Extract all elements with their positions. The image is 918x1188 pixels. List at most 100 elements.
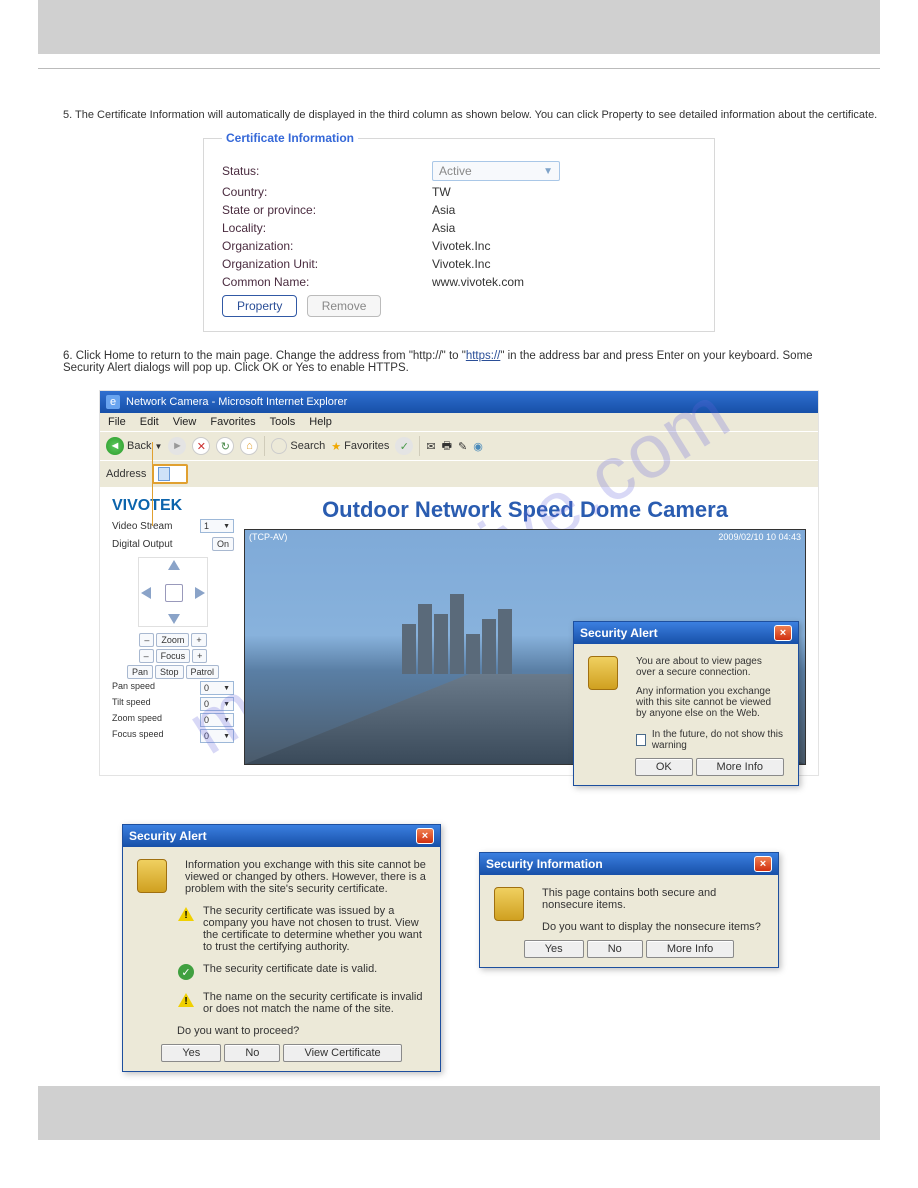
favorites-button[interactable]: ★Favorites (331, 440, 389, 453)
yes-button[interactable]: Yes (161, 1044, 221, 1062)
browser-toolbar: ◄ Back ▼ ► ✕ ↻ ⌂ Search ★Favorites ✓ ✉ 🖶… (100, 431, 818, 460)
ok-button[interactable]: OK (635, 758, 693, 776)
security-alert-dialog-2: Security Alert × Information you exchang… (122, 824, 441, 1072)
dialog3-line2: Do you want to display the nonsecure ite… (542, 921, 764, 933)
remove-button[interactable]: Remove (307, 295, 382, 317)
print-button[interactable]: 🖶 (442, 437, 452, 456)
zoom-out-button[interactable]: – (139, 633, 154, 647)
cert-org-value: Vivotek.Inc (432, 239, 490, 253)
menu-favorites[interactable]: Favorites (210, 416, 255, 428)
browser-titlebar: e Network Camera - Microsoft Internet Ex… (100, 391, 818, 413)
cert-cn-label: Common Name: (222, 275, 432, 289)
menu-view[interactable]: View (173, 416, 197, 428)
ptz-up[interactable] (168, 560, 180, 570)
yes-button[interactable]: Yes (524, 940, 584, 958)
search-button[interactable]: Search (271, 438, 325, 454)
history-button[interactable]: ✓ (395, 437, 413, 455)
video-protocol: (TCP-AV) (249, 532, 287, 542)
dialog3-line1: This page contains both secure and nonse… (542, 887, 764, 911)
cert-locality-value: Asia (432, 221, 455, 235)
stop-ptz-button[interactable]: Stop (155, 665, 184, 679)
cert-org-label: Organization: (222, 239, 432, 253)
menu-tools[interactable]: Tools (270, 416, 296, 428)
search-icon (271, 438, 287, 454)
cert-status-select[interactable]: Active ▼ (432, 161, 560, 181)
step6-pre: 6. Click Home to return to the main page… (63, 350, 466, 362)
reload-icon: ↻ (216, 437, 234, 455)
certificate-legend: Certificate Information (222, 131, 358, 145)
dialog2-item2: The security certificate date is valid. (203, 963, 426, 981)
back-button[interactable]: ◄ Back ▼ (106, 437, 162, 455)
digital-output-toggle[interactable]: On (212, 537, 234, 551)
header-rule (38, 68, 880, 69)
reload-button[interactable]: ↻ (216, 437, 234, 455)
view-certificate-button[interactable]: View Certificate (283, 1044, 401, 1062)
lock-icon (588, 656, 618, 690)
forward-button[interactable]: ► (168, 437, 186, 455)
history-icon: ✓ (395, 437, 413, 455)
browser-title: Network Camera - Microsoft Internet Expl… (126, 396, 347, 408)
menu-edit[interactable]: Edit (140, 416, 159, 428)
dialog1-title: Security Alert (580, 626, 658, 640)
more-info-button[interactable]: More Info (696, 758, 784, 776)
messenger-icon: ◉ (473, 440, 483, 453)
tilt-speed-select[interactable]: 0▼ (200, 697, 234, 711)
home-button[interactable]: ⌂ (240, 437, 258, 455)
warning-icon: ! (177, 991, 195, 1009)
ptz-left[interactable] (141, 587, 151, 599)
video-stream-label: Video Stream (112, 521, 172, 532)
back-label: Back (127, 440, 151, 452)
cert-state-label: State or province: (222, 203, 432, 217)
camera-page-title: Outdoor Network Speed Dome Camera (244, 497, 806, 523)
digital-output-label: Digital Output (112, 539, 173, 550)
print-icon: 🖶 (442, 437, 452, 456)
step6-text: 6. Click Home to return to the main page… (38, 350, 880, 374)
mail-icon: ✉ (426, 440, 435, 453)
chevron-down-icon: ▼ (543, 166, 553, 177)
address-label: Address (106, 468, 146, 480)
address-field[interactable] (152, 464, 188, 484)
ptz-home[interactable] (165, 584, 183, 602)
focus-label: Focus (156, 649, 191, 663)
edit-button[interactable]: ✎ (458, 440, 467, 453)
ptz-down[interactable] (168, 614, 180, 624)
video-stream-select[interactable]: 1▼ (200, 519, 234, 533)
ptz-right[interactable] (195, 587, 205, 599)
messenger-button[interactable]: ◉ (473, 440, 483, 453)
cert-status-label: Status: (222, 164, 432, 178)
menu-file[interactable]: File (108, 416, 126, 428)
dialog2-item3: The name on the security certificate is … (203, 991, 426, 1015)
property-button[interactable]: Property (222, 295, 297, 317)
menu-help[interactable]: Help (309, 416, 332, 428)
stop-icon: ✕ (192, 437, 210, 455)
lock-icon (494, 887, 524, 921)
cert-country-label: Country: (222, 185, 432, 199)
cert-orgunit-label: Organization Unit: (222, 257, 432, 271)
focus-out-button[interactable]: – (139, 649, 154, 663)
pan-button[interactable]: Pan (127, 665, 153, 679)
browser-menubar: File Edit View Favorites Tools Help (100, 413, 818, 431)
no-button[interactable]: No (587, 940, 643, 958)
more-info-button[interactable]: More Info (646, 940, 734, 958)
stop-button[interactable]: ✕ (192, 437, 210, 455)
mail-button[interactable]: ✉ (426, 440, 435, 453)
star-icon: ★ (331, 440, 341, 453)
cert-status-value: Active (439, 164, 472, 178)
address-bar-row: Address (100, 460, 818, 487)
footer-bar (38, 1086, 880, 1140)
warning-icon: ! (177, 905, 195, 923)
focus-speed-select[interactable]: 0▼ (200, 729, 234, 743)
close-icon[interactable]: × (774, 625, 792, 641)
zoom-in-button[interactable]: + (191, 633, 206, 647)
no-button[interactable]: No (224, 1044, 280, 1062)
security-alert-dialog-1: Security Alert × You are about to view p… (573, 621, 799, 786)
pan-speed-select[interactable]: 0▼ (200, 681, 234, 695)
close-icon[interactable]: × (416, 828, 434, 844)
close-icon[interactable]: × (754, 856, 772, 872)
focus-in-button[interactable]: + (192, 649, 207, 663)
dialog2-item1: The security certificate was issued by a… (203, 905, 426, 953)
dialog2-intro: Information you exchange with this site … (185, 859, 426, 895)
dont-show-checkbox[interactable] (636, 734, 646, 746)
zoom-speed-select[interactable]: 0▼ (200, 713, 234, 727)
patrol-button[interactable]: Patrol (186, 665, 220, 679)
